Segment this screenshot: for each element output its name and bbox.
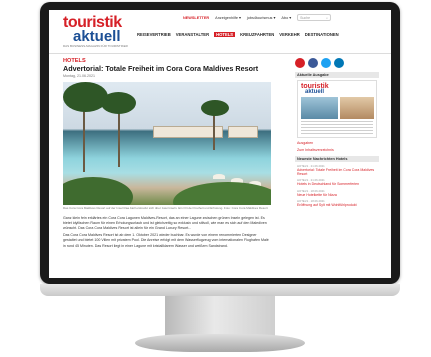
article-body: Ganz klein fein erklärtes ein Cora Cora … [63, 216, 271, 249]
anzeigenhilfe-menu[interactable]: Anzeigenhilfe ▾ [215, 15, 241, 20]
cover-photo [340, 97, 374, 119]
palm-leaves [201, 99, 229, 116]
jobs-menu[interactable]: jobs4tourismus ▾ [247, 15, 276, 20]
current-issue-heading: Aktuelle Ausgabe [295, 72, 379, 78]
search-icon[interactable]: ⌕ [326, 16, 328, 20]
parasol [213, 173, 225, 179]
news-title[interactable]: Neue Hotelkette für Nizza [297, 193, 379, 197]
palm-trunk [118, 106, 120, 167]
palm-trunk [213, 109, 215, 150]
article: HOTELS Advertorial: Totale Freiheit im C… [63, 58, 271, 249]
email-icon[interactable] [295, 58, 305, 68]
foliage [173, 181, 271, 205]
news-title[interactable]: Hotels in Deutschland für Sommerferien [297, 182, 379, 186]
newsletter-link[interactable]: NEWSLETTER [183, 16, 209, 20]
monitor-stand-base [135, 334, 305, 352]
article-headline: Advertorial: Totale Freiheit im Cora Cor… [63, 64, 259, 73]
foliage [63, 176, 133, 205]
nav-item-kreuzfahrten[interactable]: KREUZFAHRTEN [240, 32, 274, 37]
search-input[interactable]: Suche ⌕ [297, 14, 332, 21]
news-item[interactable]: HOTELS · 21.06.2021 Hotels in Deutschlan… [295, 178, 379, 186]
magazine-cover[interactable]: touristik aktuell [297, 80, 377, 138]
image-caption: Das Cora Cora Maldives Resort auf der In… [63, 205, 268, 210]
logo-tagline: DAS BUSINESS-MAGAZIN FÜR TOURISTIKER [63, 44, 128, 48]
news-title[interactable]: Advertorial: Totale Freiheit im Cora Cor… [297, 168, 379, 176]
news-item[interactable]: HOTELS · 21.06.2021 Advertorial: Totale … [295, 164, 379, 176]
news-item[interactable]: HOTELS · 18.06.2021 Eröffnung auf Sylt m… [295, 199, 379, 207]
facebook-icon[interactable] [308, 58, 318, 68]
nav-item-reisevertrieb[interactable]: REISEVERTRIEB [137, 32, 171, 37]
article-paragraph: Das Cora Cora Maldives Resort ist ab dem… [63, 233, 269, 248]
latest-news-heading: Neueste Nachrichten Hotels [295, 156, 379, 162]
resort-building [228, 125, 258, 138]
social-links [295, 58, 379, 68]
article-date: Montag, 21.06.2021 [63, 73, 95, 78]
news-item[interactable]: HOTELS · 18.06.2021 Neue Hotelkette für … [295, 189, 379, 197]
abo-menu[interactable]: Abo ▾ [281, 15, 291, 20]
news-title[interactable]: Eröffnung auf Sylt mit Wohlfühlprodukt [297, 203, 379, 207]
monitor-chin [40, 284, 400, 296]
nav-item-hotels[interactable]: HOTELS [214, 32, 236, 37]
palm-leaves [63, 81, 108, 112]
monitor-stand-neck [165, 296, 275, 336]
ausgaben-link[interactable]: Ausgaben [295, 141, 379, 145]
cover-logo-aktuell: aktuell [305, 89, 325, 95]
hero-image [63, 81, 271, 205]
linkedin-icon[interactable] [334, 58, 344, 68]
main-nav: REISEVERTRIEB VERANSTALTER HOTELS KREUZF… [137, 32, 339, 37]
cover-photo [301, 97, 338, 119]
site-header: touristik aktuell DAS BUSINESS-MAGAZIN F… [49, 10, 391, 54]
article-paragraph: Ganz klein fein erklärtes ein Cora Cora … [63, 215, 267, 230]
browser-screen: touristik aktuell DAS BUSINESS-MAGAZIN F… [49, 10, 391, 278]
top-bar: NEWSLETTER Anzeigenhilfe ▾ jobs4tourismu… [183, 14, 332, 21]
sidebar: Aktuelle Ausgabe touristik aktuell Ausga… [295, 58, 379, 207]
nav-item-destinationen[interactable]: DESTINATIONEN [305, 32, 339, 37]
site-logo[interactable]: touristik aktuell DAS BUSINESS-MAGAZIN F… [63, 15, 128, 48]
monitor-frame: touristik aktuell DAS BUSINESS-MAGAZIN F… [40, 2, 400, 284]
twitter-icon[interactable] [321, 58, 331, 68]
palm-trunk [83, 101, 85, 172]
logo-text-aktuell: aktuell [73, 28, 121, 45]
cover-text-lines [301, 121, 373, 135]
palm-leaves [101, 91, 136, 114]
nav-item-verkehr[interactable]: VERKEHR [279, 32, 299, 37]
table-of-contents-link[interactable]: Zum Inhaltsverzeichnis [295, 148, 379, 152]
nav-item-veranstalter[interactable]: VERANSTALTER [176, 32, 209, 37]
search-placeholder: Suche [300, 15, 311, 20]
